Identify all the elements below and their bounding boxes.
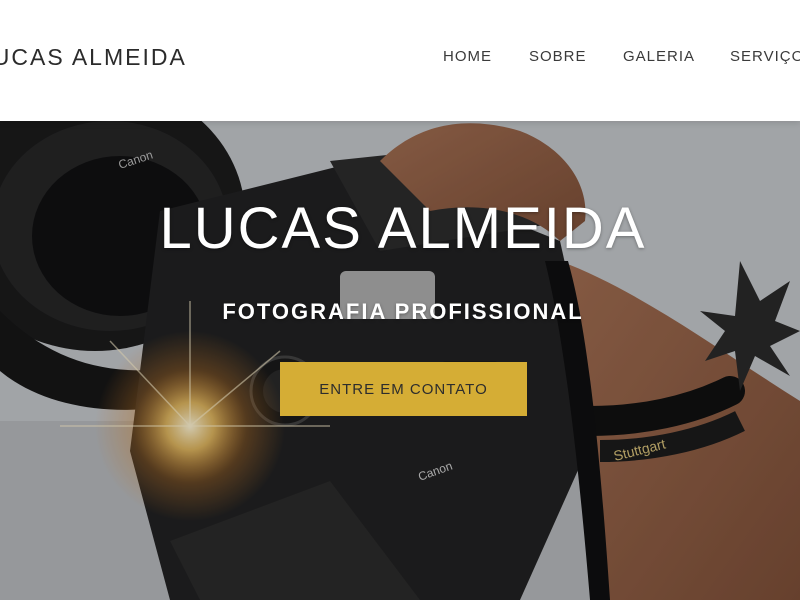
main-nav: HOME SOBRE GALERIA SERVIÇOS — [0, 48, 800, 68]
nav-item-galeria[interactable]: GALERIA — [623, 48, 695, 65]
hero-title: LUCAS ALMEIDA — [159, 196, 647, 261]
site-header: LUCAS ALMEIDA HOME SOBRE GALERIA SERVIÇO… — [0, 0, 800, 121]
nav-item-home[interactable]: HOME — [443, 48, 492, 65]
contact-cta-button[interactable]: ENTRE EM CONTATO — [280, 362, 527, 416]
nav-item-sobre[interactable]: SOBRE — [529, 48, 587, 65]
hero-section: Canon Canon Stuttgart LUCAS ALMEIDA FOTO… — [0, 121, 800, 600]
hero-dark-overlay — [0, 121, 800, 600]
hero-subtitle: FOTOGRAFIA PROFISSIONAL — [222, 299, 584, 324]
nav-item-servicos[interactable]: SERVIÇOS — [730, 48, 800, 65]
